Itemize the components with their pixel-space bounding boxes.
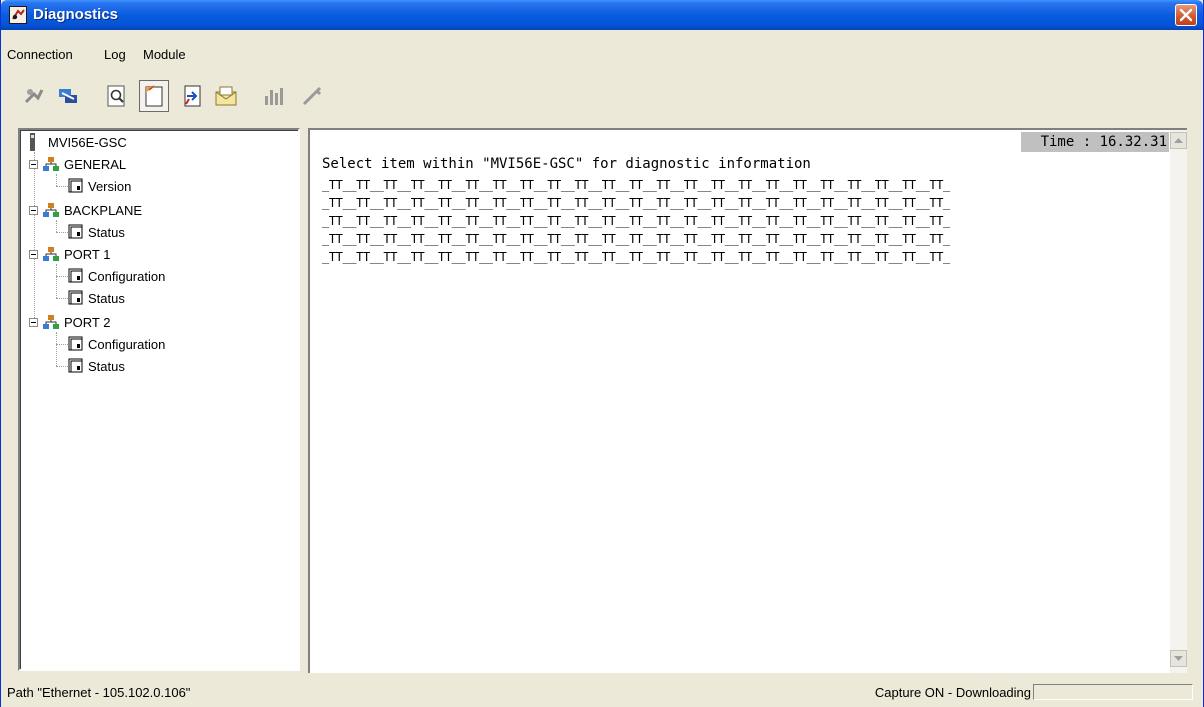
output-line: _TT__TT__TT__TT__TT__TT__TT__TT__TT__TT_… (322, 232, 950, 246)
arrow-down-icon (1174, 655, 1183, 661)
tree-item-port1-status[interactable]: Status (68, 288, 125, 308)
tree-panel[interactable]: MVI56E-GSC GENERAL Version BACKPLANE Sta… (18, 128, 300, 671)
tree-root-label: MVI56E-GSC (48, 134, 127, 150)
disconnect-icon (24, 89, 44, 104)
tree-group-general[interactable]: GENERAL (29, 154, 126, 174)
scroll-up-button[interactable] (1170, 132, 1187, 149)
window-title: Diagnostics (33, 6, 119, 23)
diagnostics-window: Diagnostics Connection Log Module MVI56E… (0, 0, 1204, 707)
disconnect-button[interactable] (19, 80, 49, 112)
menu-connection[interactable]: Connection (7, 47, 73, 62)
tree-item-label: Configuration (88, 336, 166, 352)
network-icon (43, 203, 59, 217)
output-line: _TT__TT__TT__TT__TT__TT__TT__TT__TT__TT_… (322, 178, 950, 192)
status-bar: Path "Ethernet - 105.102.0.106" Capture … (1, 678, 1203, 706)
tree-connector (56, 220, 57, 232)
tree-item-label: Status (88, 224, 125, 240)
tree-item-label: Configuration (88, 268, 166, 284)
tree-connector (56, 344, 68, 345)
tree-connector (56, 174, 57, 186)
tree-connector (56, 232, 68, 233)
close-button[interactable] (1175, 4, 1197, 26)
new-log-icon (145, 85, 163, 107)
time-display: Time : 16.32.31 (1020, 132, 1169, 152)
output-line: _TT__TT__TT__TT__TT__TT__TT__TT__TT__TT_… (322, 196, 950, 210)
tree-group-backplane[interactable]: BACKPLANE (29, 200, 142, 220)
capture-status: Capture ON - Downloading (874, 685, 1031, 700)
page-icon (68, 178, 83, 193)
chart-button[interactable] (259, 80, 289, 112)
find-icon (107, 85, 125, 107)
title-bar[interactable]: Diagnostics (1, 0, 1203, 30)
connect-icon (59, 89, 77, 103)
tree-group-port1[interactable]: PORT 1 (29, 244, 110, 264)
menu-log[interactable]: Log (104, 47, 126, 62)
menu-bar: Connection Log Module (1, 44, 1203, 66)
tree-item-port2-status[interactable]: Status (68, 356, 125, 376)
menu-module[interactable]: Module (143, 47, 186, 62)
page-icon (68, 290, 83, 305)
tree-connector (56, 264, 57, 298)
tree-connector (56, 276, 68, 277)
tree-connector (56, 332, 57, 366)
tree-item-label: Status (88, 290, 125, 306)
module-icon (30, 133, 35, 151)
page-icon (68, 336, 83, 351)
chart-icon (265, 88, 283, 105)
toolbar (1, 80, 1203, 116)
find-button[interactable] (102, 80, 132, 112)
tools-icon (302, 86, 322, 106)
tree-item-label: Status (88, 358, 125, 374)
tree-item-backplane-status[interactable]: Status (68, 222, 125, 242)
tree-group-label: PORT 2 (64, 314, 111, 330)
new-log-button[interactable] (139, 80, 169, 112)
scroll-down-button[interactable] (1170, 650, 1187, 667)
network-icon (43, 157, 59, 171)
collapse-icon[interactable] (29, 159, 38, 169)
network-icon (43, 247, 59, 261)
export-icon (184, 85, 201, 107)
close-icon (1179, 8, 1193, 22)
connect-button[interactable] (53, 80, 83, 112)
mail-button[interactable] (211, 80, 241, 112)
collapse-icon[interactable] (29, 249, 38, 259)
tree-group-label: GENERAL (64, 156, 127, 172)
tree-connector (56, 366, 68, 367)
page-icon (68, 224, 83, 239)
output-line: _TT__TT__TT__TT__TT__TT__TT__TT__TT__TT_… (322, 250, 950, 264)
download-progress-bar (1033, 684, 1193, 700)
page-icon (68, 358, 83, 373)
diagnostic-message: Select item within "MVI56E-GSC" for diag… (322, 156, 811, 172)
mail-icon (215, 86, 237, 106)
collapse-icon[interactable] (29, 205, 38, 215)
app-icon (9, 6, 27, 24)
tree-connector (56, 186, 68, 187)
page-icon (68, 268, 83, 283)
tree-group-label: PORT 1 (64, 246, 111, 262)
tree-root[interactable]: MVI56E-GSC (28, 132, 127, 152)
tree-item-port2-configuration[interactable]: Configuration (68, 334, 165, 354)
vertical-scrollbar[interactable] (1170, 130, 1187, 673)
tree-item-version[interactable]: Version (68, 176, 131, 196)
tree-connector (56, 298, 68, 299)
tree-group-port2[interactable]: PORT 2 (29, 312, 110, 332)
output-line: _TT__TT__TT__TT__TT__TT__TT__TT__TT__TT_… (322, 214, 950, 228)
tree-item-label: Version (88, 178, 132, 194)
tools-button[interactable] (297, 80, 327, 112)
tree-item-port1-configuration[interactable]: Configuration (68, 266, 165, 286)
arrow-up-icon (1174, 137, 1183, 143)
collapse-icon[interactable] (29, 317, 38, 327)
connection-path: Path "Ethernet - 105.102.0.106" (7, 685, 191, 700)
diagnostic-output-panel[interactable]: Time : 16.32.31 Select item within "MVI5… (308, 128, 1187, 673)
tree-connector (34, 152, 35, 326)
network-icon (43, 315, 59, 329)
tree-group-label: BACKPLANE (64, 202, 143, 218)
export-button[interactable] (177, 80, 207, 112)
